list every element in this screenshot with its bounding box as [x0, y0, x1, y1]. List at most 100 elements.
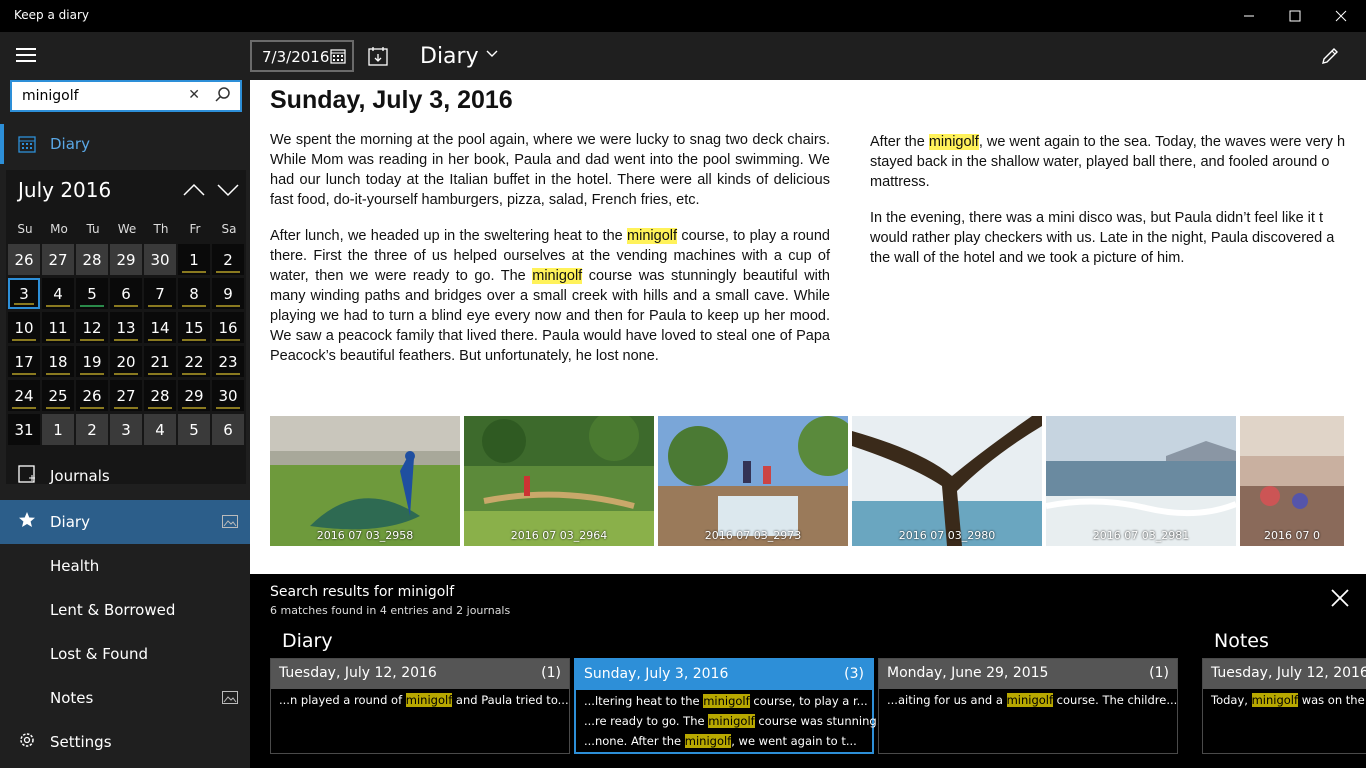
calendar-day[interactable]: 23: [212, 346, 244, 377]
clear-search-icon[interactable]: ✕: [188, 87, 200, 103]
result-snippet[interactable]: Today, minigolf was on the p: [1211, 693, 1366, 707]
date-picker-value: 7/3/2016: [262, 48, 330, 66]
photo-caption: 2016 07 03_2981: [1092, 529, 1190, 542]
calendar-day[interactable]: 6: [110, 278, 142, 309]
search-highlight: minigolf: [1006, 693, 1054, 707]
journal-selector[interactable]: Diary: [420, 44, 479, 69]
nav-settings[interactable]: Settings: [0, 720, 250, 764]
calendar-day[interactable]: 13: [110, 312, 142, 343]
calendar-day[interactable]: 1: [178, 244, 210, 275]
calendar-day[interactable]: 7: [144, 278, 176, 309]
photo-thumbnail[interactable]: 2016 07 03_2973: [658, 416, 848, 546]
calendar-day[interactable]: 28: [76, 244, 108, 275]
calendar-day[interactable]: 17: [8, 346, 40, 377]
calendar-day[interactable]: 22: [178, 346, 210, 377]
photo-thumbnail[interactable]: 2016 07 03_2958: [270, 416, 460, 546]
date-picker[interactable]: 7/3/2016: [250, 40, 354, 72]
photo-thumbnail[interactable]: 2016 07 03_2964: [464, 416, 654, 546]
maximize-button[interactable]: [1272, 0, 1318, 32]
calendar-day[interactable]: 29: [178, 380, 210, 411]
photo-thumbnail[interactable]: 2016 07 03_2980: [852, 416, 1042, 546]
chevron-down-icon[interactable]: [216, 180, 240, 200]
calendar-day[interactable]: 30: [144, 244, 176, 275]
calendar-day[interactable]: 1: [42, 414, 74, 445]
search-icon[interactable]: [214, 86, 232, 104]
journal-item-lent-borrowed[interactable]: Lent & Borrowed: [0, 588, 250, 632]
search-result-card[interactable]: Tuesday, July 12, 2016 Today, minigolf wa…: [1202, 658, 1366, 754]
search-result-card[interactable]: Monday, June 29, 2015 (1) ...aiting for us…: [878, 658, 1178, 754]
calendar-day[interactable]: 30: [212, 380, 244, 411]
calendar-day[interactable]: 2: [76, 414, 108, 445]
journal-add-icon: [18, 465, 35, 483]
result-snippet[interactable]: ...aiting for us and a minigolf course. …: [887, 693, 1177, 707]
journal-item-health[interactable]: Health: [0, 544, 250, 588]
search-result-card[interactable]: Sunday, July 3, 2016 (3) ...ltering heat t…: [574, 658, 888, 754]
calendar-day[interactable]: 18: [42, 346, 74, 377]
calendar-day[interactable]: 29: [110, 244, 142, 275]
close-window-button[interactable]: [1318, 0, 1364, 32]
result-snippet[interactable]: ...n played a round of minigolf and Paul…: [279, 693, 569, 707]
chevron-up-icon[interactable]: [182, 180, 206, 200]
search-results-panel: Search results for minigolf 6 matches fo…: [250, 574, 1366, 768]
calendar-month-label: July 2016: [18, 178, 112, 202]
calendar-day[interactable]: 12: [76, 312, 108, 343]
calendar-day[interactable]: 15: [178, 312, 210, 343]
calendar-day[interactable]: 11: [42, 312, 74, 343]
calendar-day[interactable]: 6: [212, 414, 244, 445]
weekday-label: Fr: [189, 222, 201, 236]
photo-strip: 2016 07 03_2958 2016 07 03_2964 2016 07 03…: [270, 416, 1350, 546]
photo-image: [270, 416, 460, 546]
search-input[interactable]: [12, 82, 182, 110]
nav-diary-calendar[interactable]: Diary: [0, 124, 250, 164]
calendar-day[interactable]: 26: [76, 380, 108, 411]
result-snippet[interactable]: ...re ready to go. The minigolf course w…: [584, 714, 888, 728]
calendar-day[interactable]: 27: [110, 380, 142, 411]
calendar-day[interactable]: 27: [42, 244, 74, 275]
calendar-day[interactable]: 9: [212, 278, 244, 309]
calendar-day[interactable]: 14: [144, 312, 176, 343]
calendar-day[interactable]: 4: [144, 414, 176, 445]
calendar-day[interactable]: 3: [8, 278, 40, 309]
journal-item-lost-found[interactable]: Lost & Found: [0, 632, 250, 676]
minimize-button[interactable]: [1226, 0, 1272, 32]
go-to-today-icon[interactable]: [368, 46, 388, 66]
photo-image: [1046, 416, 1236, 546]
calendar-day[interactable]: 24: [8, 380, 40, 411]
calendar-day[interactable]: 21: [144, 346, 176, 377]
result-snippet[interactable]: ...ltering heat to the minigolf course, …: [584, 694, 868, 708]
photo-thumbnail[interactable]: 2016 07 03_2981: [1046, 416, 1236, 546]
calendar-day[interactable]: 8: [178, 278, 210, 309]
search-box: ✕: [10, 80, 242, 112]
result-snippet[interactable]: ...none. After the minigolf, we went aga…: [584, 734, 857, 748]
calendar-day[interactable]: 10: [8, 312, 40, 343]
hamburger-menu-icon[interactable]: [16, 48, 36, 64]
photo-thumbnail[interactable]: 2016 07 0: [1240, 416, 1344, 546]
pencil-icon[interactable]: [1320, 46, 1340, 66]
calendar-day[interactable]: 2: [212, 244, 244, 275]
nav-journals-label: Journals: [50, 467, 110, 485]
result-count: (3): [844, 666, 864, 682]
entry-text-column-2[interactable]: After the minigolf, we went again to the…: [870, 132, 1366, 284]
nav-journals[interactable]: Journals: [0, 454, 250, 498]
journal-item-diary[interactable]: Diary: [0, 500, 250, 544]
result-count: (1): [541, 665, 561, 681]
calendar-day[interactable]: 20: [110, 346, 142, 377]
journal-item-notes[interactable]: Notes: [0, 676, 250, 720]
calendar-day[interactable]: 28: [144, 380, 176, 411]
close-icon[interactable]: [1330, 588, 1350, 608]
entry-paragraph: In the evening, there was a mini disco w…: [870, 210, 1335, 266]
entry-text-column-1[interactable]: We spent the morning at the pool again, …: [270, 130, 830, 382]
calendar-day[interactable]: 16: [212, 312, 244, 343]
chevron-down-icon[interactable]: [486, 50, 498, 58]
search-result-card[interactable]: Tuesday, July 12, 2016 (1) ...n played a r…: [270, 658, 570, 754]
calendar-day[interactable]: 4: [42, 278, 74, 309]
gear-icon: [20, 733, 34, 747]
calendar-day[interactable]: 5: [76, 278, 108, 309]
calendar-day[interactable]: 3: [110, 414, 142, 445]
calendar-day[interactable]: 26: [8, 244, 40, 275]
calendar-day[interactable]: 25: [42, 380, 74, 411]
calendar-day[interactable]: 19: [76, 346, 108, 377]
title-bar: Keep a diary: [0, 0, 1366, 32]
calendar-day[interactable]: 31: [8, 414, 40, 445]
calendar-day[interactable]: 5: [178, 414, 210, 445]
